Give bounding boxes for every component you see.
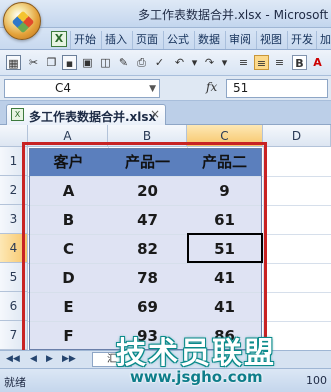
document-tab[interactable]: X 多工作表数据合并.xlsx × — [6, 104, 166, 125]
align-center-icon[interactable]: ≡ — [254, 55, 269, 70]
title-bar: 多工作表数据合并.xlsx - Microsoft E — [0, 0, 331, 40]
column-header-d[interactable]: D — [263, 125, 331, 147]
align-left-icon[interactable]: ≡ — [236, 55, 251, 70]
redo-icon[interactable]: ↷ — [202, 55, 217, 70]
font-color-button[interactable]: A — [310, 55, 325, 70]
print-icon[interactable]: ⎙ — [134, 55, 149, 70]
more-dropdown-icon[interactable]: ▾ — [217, 55, 232, 70]
excel-icon[interactable]: X — [51, 31, 67, 47]
tab-data[interactable]: 数据 — [194, 31, 223, 49]
highlight-frame — [22, 142, 267, 350]
tab-view[interactable]: 视图 — [256, 31, 285, 49]
open-icon[interactable]: ▣ — [80, 55, 95, 70]
document-tab-label: 多工作表数据合并.xlsx — [29, 110, 157, 124]
bold-button[interactable]: B — [292, 55, 307, 70]
next-sheet-icon[interactable]: ▶ — [46, 354, 53, 364]
tab-page-layout[interactable]: 页面 — [132, 31, 161, 49]
document-tab-bar: X 多工作表数据合并.xlsx × — [0, 101, 331, 125]
copy-icon[interactable]: ❐ — [44, 55, 59, 70]
prev-sheet-icon[interactable]: ◀ — [30, 354, 37, 364]
formula-bar: C4 ▼ fx 51 — [0, 76, 331, 101]
status-bar: 就绪 100 — [0, 368, 331, 392]
fx-icon[interactable]: fx — [206, 80, 217, 94]
align-right-icon[interactable]: ≡ — [272, 55, 287, 70]
ribbon-tabs: X 开始 插入 页面 公式 数据 审阅 视图 开发 加 — [0, 28, 331, 50]
tab-insert[interactable]: 插入 — [101, 31, 130, 49]
undo-icon[interactable]: ↶ — [172, 55, 187, 70]
formula-input[interactable]: 51 — [226, 79, 328, 98]
spell-check-icon[interactable]: ✓ — [152, 55, 167, 70]
office-button[interactable] — [3, 2, 41, 40]
print-preview-icon[interactable]: ◫ — [98, 55, 113, 70]
spreadsheet-grid[interactable]: A B C D 1 2 3 4 5 6 7 客户 产品一 产品二 A 20 9 … — [0, 125, 331, 350]
name-box-value: C4 — [55, 81, 72, 95]
save-icon[interactable]: ▪ — [62, 55, 77, 70]
first-sheet-icon[interactable]: ◀◀ — [6, 354, 20, 364]
chevron-down-icon[interactable]: ▼ — [149, 81, 156, 98]
grid-icon[interactable]: ▦ — [6, 55, 21, 70]
tab-home[interactable]: 开始 — [70, 31, 99, 49]
workbook-icon: X — [11, 108, 24, 121]
sheet-tab-bar: ◀◀ ◀ ▶ ▶▶ 汇 — [0, 350, 331, 368]
undo-dropdown-icon[interactable]: ▾ — [187, 55, 202, 70]
tab-formulas[interactable]: 公式 — [163, 31, 192, 49]
format-painter-icon[interactable]: ✎ — [116, 55, 131, 70]
quick-toolbar: ▦ ✂ ❐ ▪ ▣ ◫ ✎ ⎙ ✓ ↶ ▾ ↷ ▾ ≡ ≡ ≡ B A — [0, 50, 331, 76]
status-text: 就绪 — [4, 376, 26, 389]
tab-developer[interactable]: 开发 — [287, 31, 316, 49]
close-icon[interactable]: × — [150, 107, 160, 121]
sheet-tab[interactable]: 汇 — [92, 352, 132, 367]
tab-review[interactable]: 审阅 — [225, 31, 254, 49]
window-title: 多工作表数据合并.xlsx - Microsoft E — [138, 8, 331, 22]
cut-icon[interactable]: ✂ — [26, 55, 41, 70]
name-box[interactable]: C4 ▼ — [4, 79, 160, 98]
office-logo-icon — [11, 10, 35, 34]
zoom-level[interactable]: 100 — [306, 374, 327, 387]
last-sheet-icon[interactable]: ▶▶ — [62, 354, 76, 364]
tab-addins[interactable]: 加 — [316, 31, 331, 49]
